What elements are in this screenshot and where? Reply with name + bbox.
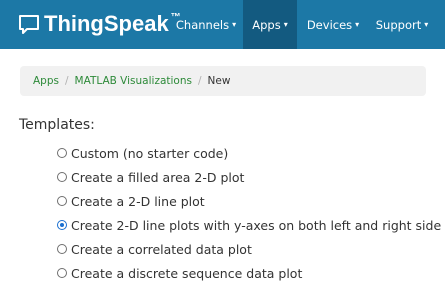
chevron-down-icon: ▾: [424, 20, 429, 29]
radio-button[interactable]: [57, 148, 67, 158]
nav-channels-menu[interactable]: Channels ▾: [169, 0, 243, 49]
template-option-filled-area[interactable]: Create a filled area 2-D plot: [57, 167, 244, 187]
speech-bubble-icon: [19, 15, 39, 34]
template-option-label: Create 2-D line plots with y-axes on bot…: [71, 217, 442, 233]
radio-button[interactable]: [57, 196, 67, 206]
nav-apps-label: Apps: [252, 17, 281, 32]
breadcrumb-separator: /: [197, 75, 202, 87]
chevron-down-icon: ▾: [355, 20, 360, 29]
chevron-down-icon: ▾: [283, 20, 288, 29]
nav-devices-label: Devices: [306, 17, 353, 32]
breadcrumb-apps-link[interactable]: Apps: [33, 75, 59, 87]
breadcrumb-current-page: New: [207, 75, 231, 87]
top-navbar: ThingSpeak ™ Channels ▾ Apps ▾ Devices ▾…: [0, 0, 445, 49]
radio-button[interactable]: [57, 268, 67, 278]
template-option-discrete-sequence[interactable]: Create a discrete sequence data plot: [57, 263, 302, 283]
template-option-label: Custom (no starter code): [71, 145, 229, 161]
breadcrumb: Apps / MATLAB Visualizations / New: [20, 66, 426, 96]
breadcrumb-matlab-visualizations-link[interactable]: MATLAB Visualizations: [75, 75, 192, 87]
template-option-label: Create a correlated data plot: [71, 241, 252, 257]
chevron-down-icon: ▾: [232, 20, 237, 29]
brand-name: ThingSpeak: [44, 11, 169, 36]
template-option-label: Create a discrete sequence data plot: [71, 265, 303, 281]
nav-support-label: Support: [375, 17, 422, 32]
templates-heading: Templates:: [19, 117, 95, 133]
brand-logo[interactable]: ThingSpeak ™: [18, 11, 181, 37]
nav-devices-menu[interactable]: Devices ▾: [299, 0, 367, 49]
nav-support-menu[interactable]: Support ▾: [368, 0, 436, 49]
template-option-correlated-data[interactable]: Create a correlated data plot: [57, 239, 252, 259]
radio-button[interactable]: [57, 172, 67, 182]
template-option-line-plot[interactable]: Create a 2-D line plot: [57, 191, 205, 211]
radio-button[interactable]: [57, 244, 67, 254]
radio-button-selected[interactable]: [57, 220, 67, 230]
template-option-label: Create a filled area 2-D plot: [71, 169, 245, 185]
template-option-custom[interactable]: Custom (no starter code): [57, 143, 228, 163]
nav-channels-label: Channels: [175, 17, 230, 32]
breadcrumb-separator: /: [64, 75, 69, 87]
template-option-dual-y-axes[interactable]: Create 2-D line plots with y-axes on bot…: [57, 215, 441, 235]
nav-apps-menu[interactable]: Apps ▾: [243, 0, 297, 49]
template-option-label: Create a 2-D line plot: [71, 193, 205, 209]
